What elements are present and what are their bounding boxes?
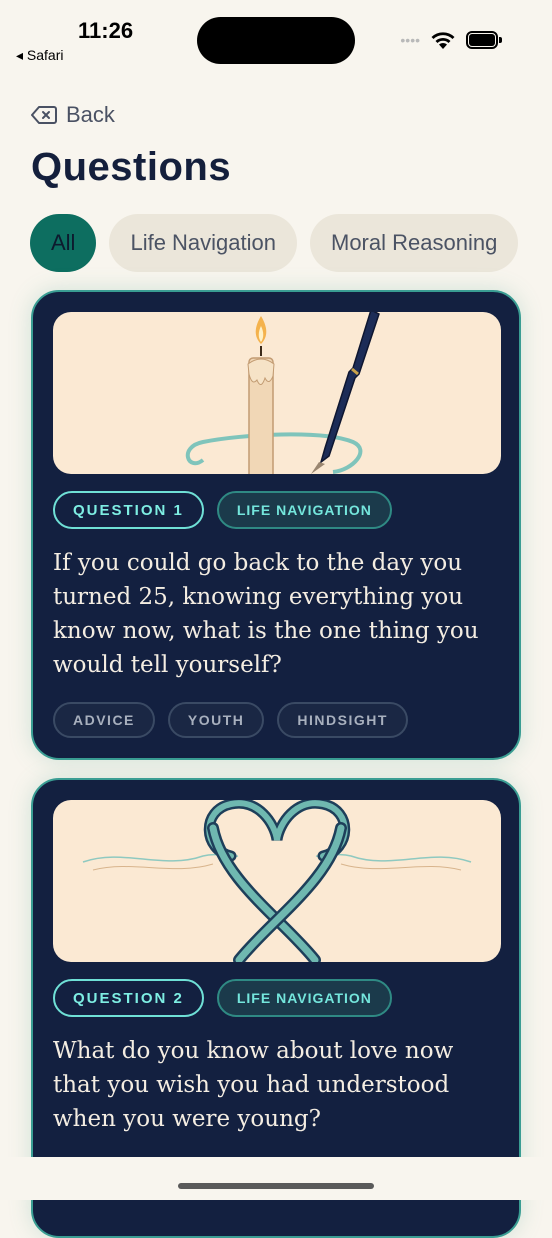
card-badges: QUESTION 2 LIFE NAVIGATION <box>53 979 392 1017</box>
cellular-signal-icon: •••• <box>400 32 420 48</box>
status-icons: •••• <box>400 30 502 50</box>
tag-chip: ADVICE <box>53 702 155 738</box>
filter-chip-moral-reasoning[interactable]: Moral Reasoning <box>310 214 519 272</box>
status-bar: 11:26 ◂ Safari •••• <box>0 0 552 80</box>
question-number-badge: QUESTION 1 <box>53 491 204 529</box>
question-text: If you could go back to the day you turn… <box>53 550 479 678</box>
dynamic-island <box>197 17 355 64</box>
status-time: 11:26 <box>78 18 134 43</box>
delete-back-icon <box>31 106 57 124</box>
tag-list: ADVICE YOUTH HINDSIGHT <box>53 702 408 738</box>
filter-chip-all[interactable]: All <box>30 214 97 272</box>
filter-chips: All Life Navigation Moral Reasoning <box>30 214 522 272</box>
home-indicator[interactable] <box>178 1183 374 1189</box>
battery-icon <box>466 31 502 49</box>
card-badges: QUESTION 1 LIFE NAVIGATION <box>53 491 392 529</box>
category-badge: LIFE NAVIGATION <box>216 491 392 529</box>
tag-chip: YOUTH <box>167 702 265 738</box>
question-text: What do you know about love now that you… <box>53 1038 454 1132</box>
tag-chip: HINDSIGHT <box>277 702 408 738</box>
back-to-safari-link[interactable]: ◂ Safari <box>16 47 64 64</box>
question-illustration <box>53 800 501 962</box>
page-title: Questions <box>31 145 232 189</box>
bottom-toolbar <box>0 1157 552 1200</box>
category-badge: LIFE NAVIGATION <box>216 979 392 1017</box>
back-button[interactable]: Back <box>31 102 115 128</box>
question-illustration <box>53 312 501 474</box>
wifi-icon <box>431 32 455 49</box>
question-number-badge: QUESTION 2 <box>53 979 204 1017</box>
filter-chip-life-navigation[interactable]: Life Navigation <box>109 214 297 272</box>
back-label: Back <box>66 102 115 127</box>
question-card[interactable]: QUESTION 1 LIFE NAVIGATION If you could … <box>31 290 521 760</box>
